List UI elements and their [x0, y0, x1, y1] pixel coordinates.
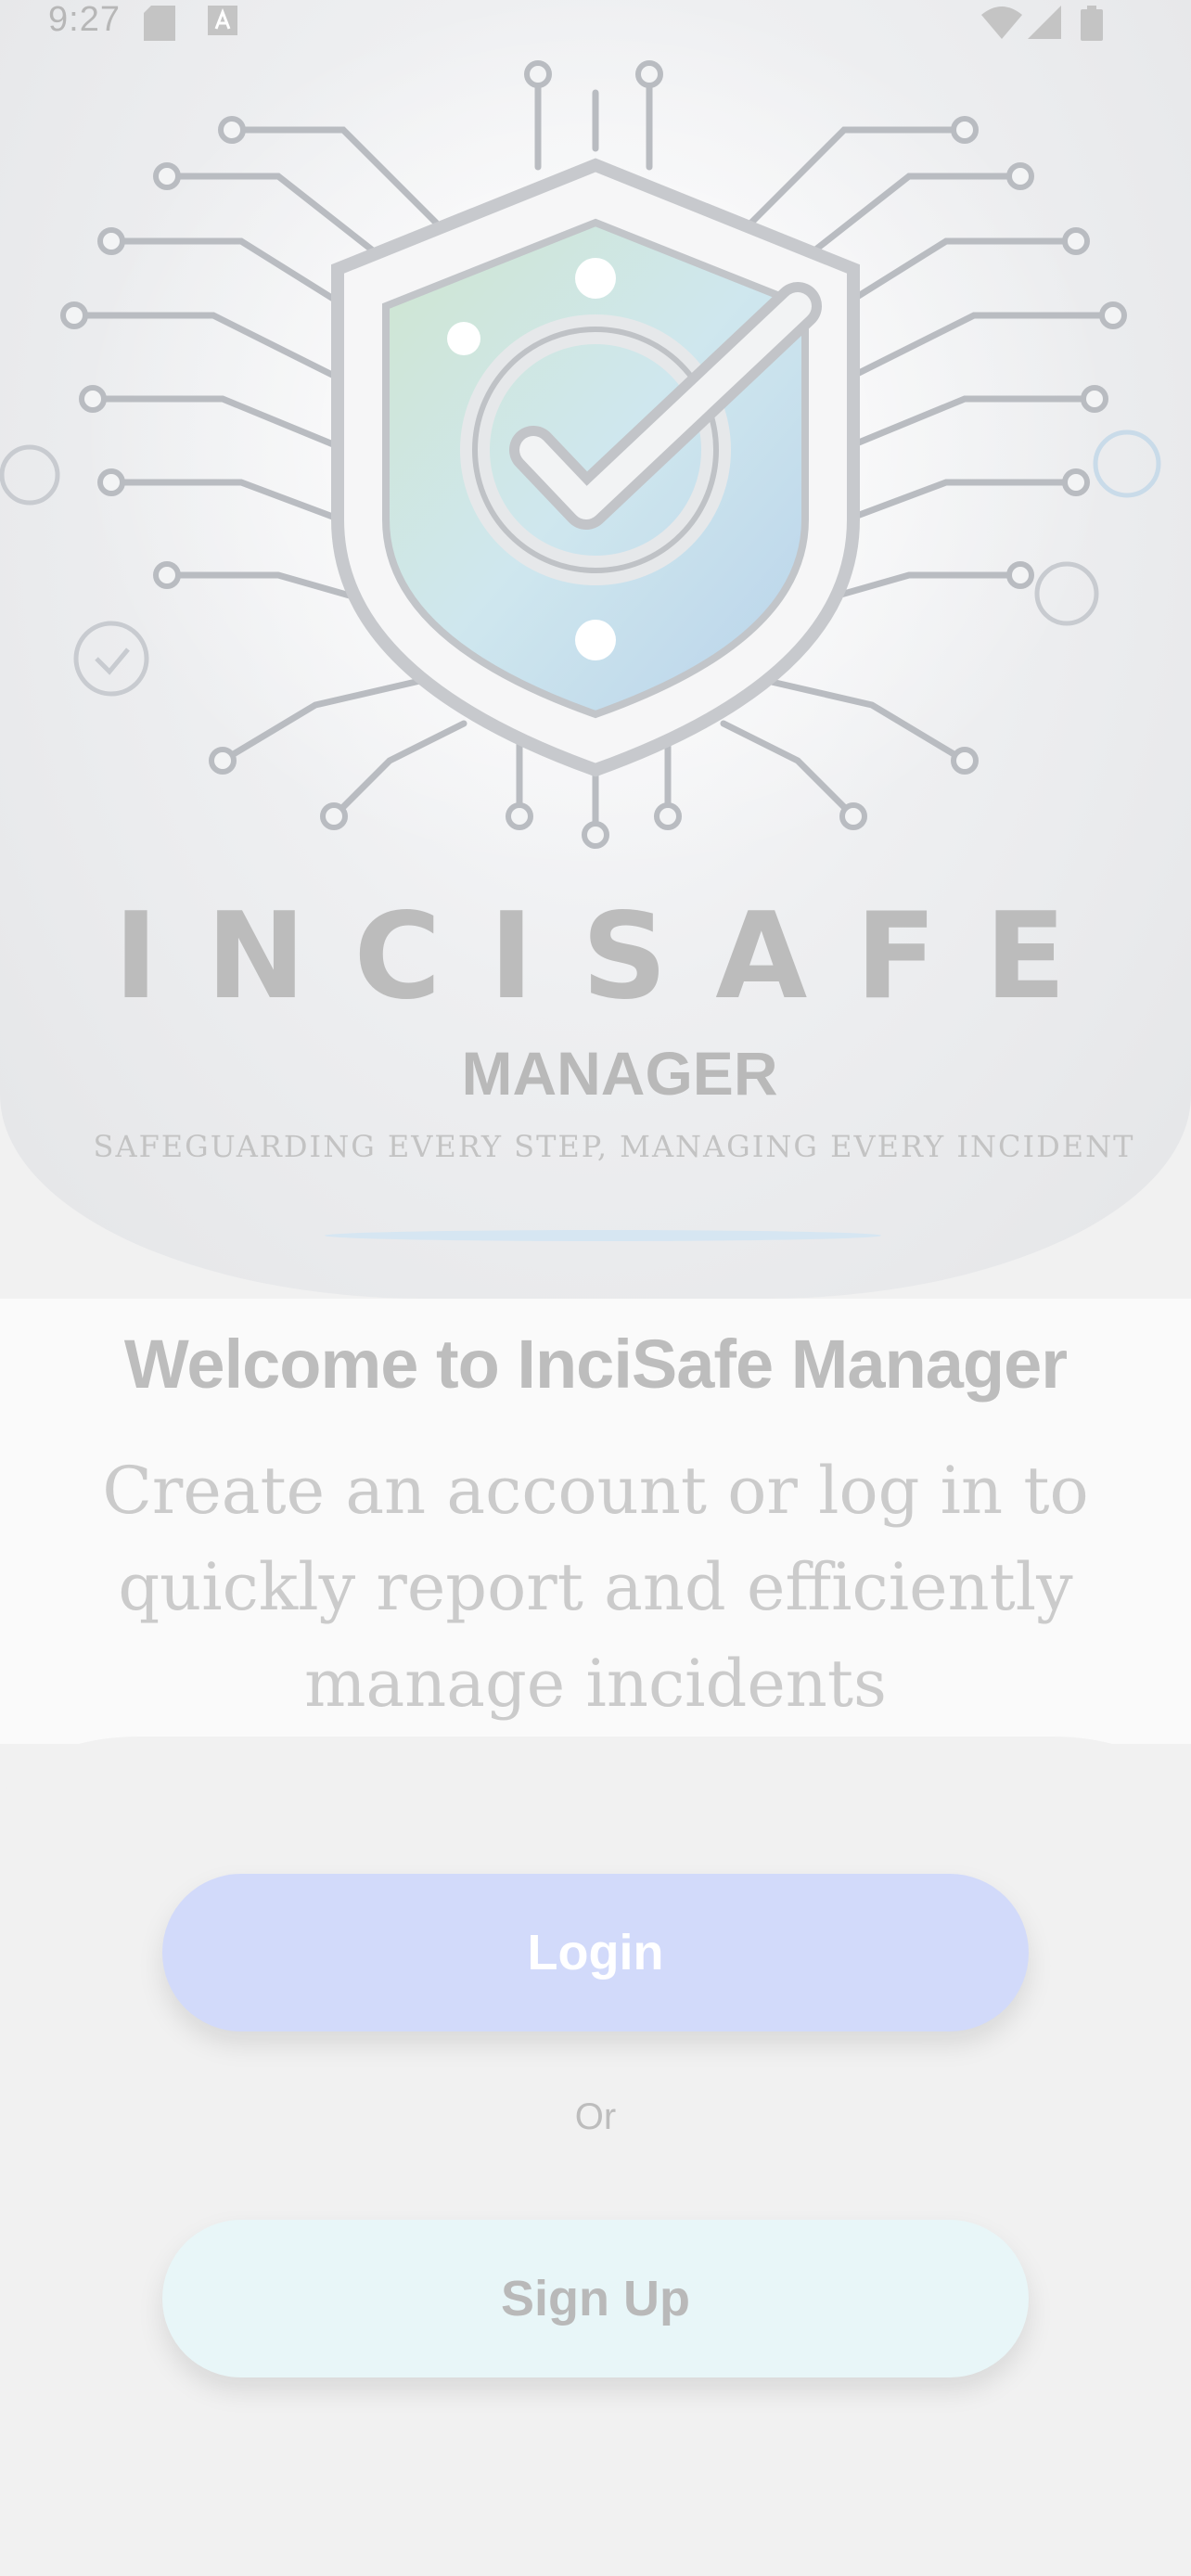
sd-card-icon: [144, 6, 175, 41]
signup-button[interactable]: Sign Up: [162, 2220, 1029, 2377]
hero-banner: INCISAFE MANAGER SAFEGUARDING EVERY STEP…: [0, 0, 1191, 1299]
logo-word: INCISAFE: [114, 888, 1114, 1026]
logo-sub: MANAGER: [462, 1039, 778, 1108]
login-button[interactable]: Login: [162, 1874, 1029, 2031]
hero-illustration: INCISAFE MANAGER SAFEGUARDING EVERY STEP…: [0, 0, 1161, 1241]
wifi-icon: [981, 6, 1022, 39]
or-divider-label: Or: [574, 2096, 617, 2137]
status-bar: 9:27: [0, 0, 1191, 48]
logo-tagline: SAFEGUARDING EVERY STEP, MANAGING EVERY …: [94, 1129, 1135, 1164]
actions-panel: [0, 1737, 1191, 2576]
shield-check-icon: [331, 158, 860, 777]
welcome-title: Welcome to InciSafe Manager: [123, 1326, 1068, 1403]
keyboard-a-icon: [208, 6, 237, 35]
battery-icon: [1081, 6, 1103, 41]
welcome-subtitle: Create an account or log in to quickly r…: [102, 1453, 1089, 1722]
signal-icon: [1028, 6, 1061, 39]
status-time: 9:27: [48, 0, 121, 39]
